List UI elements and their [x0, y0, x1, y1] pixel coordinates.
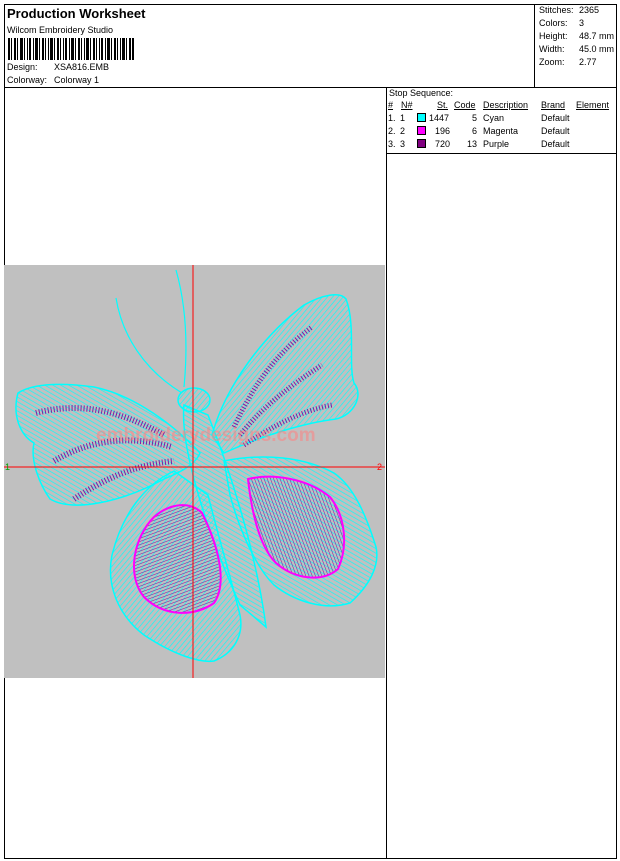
design-row: Design: XSA816.EMB	[7, 62, 109, 72]
table-header: # N# St. Code Description Brand Element	[387, 100, 617, 112]
stat-stitches: Stitches: 2365	[539, 5, 600, 15]
table-row: 3. 3 720 13 Purple Default	[388, 139, 570, 149]
page-title: Production Worksheet	[7, 6, 146, 21]
stat-width: Width: 45.0 mm	[539, 44, 615, 54]
col-n: N#	[401, 100, 413, 110]
col-code: Code	[454, 100, 476, 110]
stat-colors: Colors: 3	[539, 18, 585, 28]
col-description: Description	[483, 100, 529, 110]
design-label: Design:	[7, 62, 38, 72]
color-swatch	[417, 113, 426, 122]
table-row: 2. 2 196 6 Magenta Default	[388, 126, 570, 136]
antenna-left	[115, 297, 183, 394]
colorway-row: Colorway: Colorway 1	[7, 75, 99, 85]
col-st: St.	[437, 100, 449, 110]
barcode	[8, 38, 134, 60]
axis-label-left: 1	[5, 462, 10, 472]
worksheet-header: Production Worksheet Wilcom Embroidery S…	[4, 4, 617, 88]
color-swatch	[417, 139, 426, 148]
stop-sequence-title: Stop Sequence:	[389, 88, 454, 98]
color-swatch	[417, 126, 426, 135]
stop-sequence-table: Stop Sequence: # N# St. Code Description…	[387, 88, 617, 154]
col-element: Element	[576, 100, 610, 110]
software-name: Wilcom Embroidery Studio	[7, 25, 114, 35]
stat-height: Height: 48.7 mm	[539, 31, 615, 41]
design-value: XSA816.EMB	[54, 62, 110, 72]
colorway-label: Colorway:	[7, 75, 48, 85]
colorway-value: Colorway 1	[54, 75, 100, 85]
col-index: #	[388, 100, 394, 110]
antenna-right	[175, 269, 187, 388]
table-row: 1. 1 1447 5 Cyan Default	[388, 113, 570, 123]
design-preview-canvas[interactable]: embroiderydesigns.com 1 2	[4, 265, 385, 678]
butterfly-design: embroiderydesigns.com 1 2	[4, 265, 385, 678]
axis-label-right: 2	[377, 462, 382, 472]
stat-zoom: Zoom: 2.77	[539, 57, 597, 67]
col-brand: Brand	[541, 100, 566, 110]
stats-panel: Stitches: 2365 Colors: 3 Height: 48.7 mm Wi…	[534, 4, 617, 88]
watermark-text: embroiderydesigns.com	[96, 425, 316, 446]
side-panel: Stop Sequence: # N# St. Code Description…	[386, 88, 617, 859]
